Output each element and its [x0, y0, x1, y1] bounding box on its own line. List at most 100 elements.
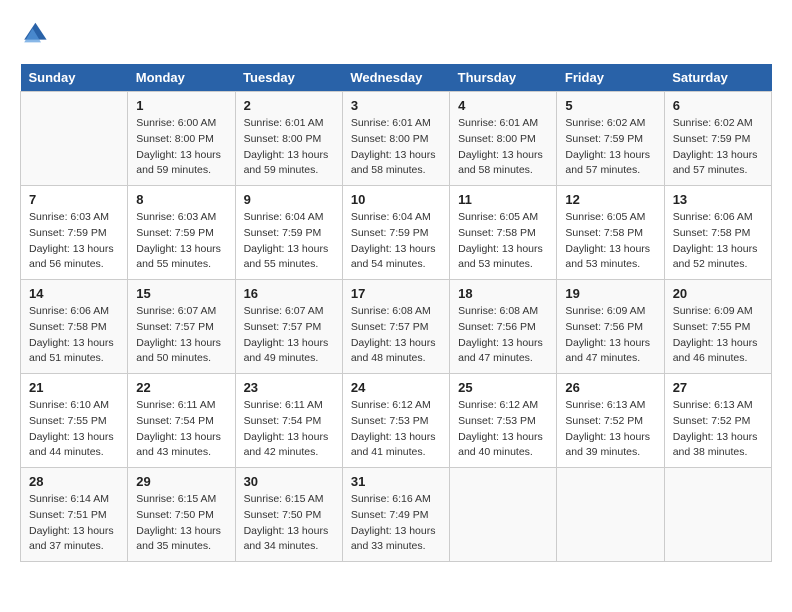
weekday-header-friday: Friday — [557, 64, 664, 92]
weekday-header-wednesday: Wednesday — [342, 64, 449, 92]
logo — [20, 20, 52, 48]
day-info: Sunrise: 6:06 AMSunset: 7:58 PMDaylight:… — [29, 304, 119, 367]
calendar-cell: 21Sunrise: 6:10 AMSunset: 7:55 PMDayligh… — [21, 374, 128, 468]
calendar-cell: 25Sunrise: 6:12 AMSunset: 7:53 PMDayligh… — [450, 374, 557, 468]
day-info: Sunrise: 6:07 AMSunset: 7:57 PMDaylight:… — [244, 304, 334, 367]
calendar-cell: 17Sunrise: 6:08 AMSunset: 7:57 PMDayligh… — [342, 280, 449, 374]
day-number: 5 — [565, 98, 655, 113]
calendar-cell: 10 Sunrise: 6:04 AMSunset: 7:59 PMDayligh… — [342, 186, 449, 280]
day-number: 14 — [29, 286, 119, 301]
calendar-cell — [21, 92, 128, 186]
calendar-cell: 26Sunrise: 6:13 AMSunset: 7:52 PMDayligh… — [557, 374, 664, 468]
day-info: Sunrise: 6:03 AMSunset: 7:59 PMDaylight:… — [136, 210, 226, 273]
day-number: 20 — [673, 286, 763, 301]
calendar-table: SundayMondayTuesdayWednesdayThursdayFrid… — [20, 64, 772, 562]
day-number: 24 — [351, 380, 441, 395]
day-number: 12 — [565, 192, 655, 207]
calendar-cell: 29 Sunrise: 6:15 AMSunset: 7:50 PMDayligh… — [128, 468, 235, 562]
calendar-cell: 20 Sunrise: 6:09 AMSunset: 7:55 PMDayligh… — [664, 280, 771, 374]
day-info: Sunrise: 6:01 AMSunset: 8:00 PMDaylight:… — [458, 116, 548, 179]
day-number: 7 — [29, 192, 119, 207]
calendar-cell — [450, 468, 557, 562]
calendar-cell: 19 Sunrise: 6:09 AMSunset: 7:56 PMDayligh… — [557, 280, 664, 374]
day-number: 9 — [244, 192, 334, 207]
day-info: Sunrise: 6:05 AMSunset: 7:58 PMDaylight:… — [458, 210, 548, 273]
day-info: Sunrise: 6:01 AMSunset: 8:00 PMDaylight:… — [244, 116, 334, 179]
day-number: 16 — [244, 286, 334, 301]
day-number: 15 — [136, 286, 226, 301]
day-info: Sunrise: 6:02 AMSunset: 7:59 PMDaylight:… — [565, 116, 655, 179]
calendar-cell: 13 Sunrise: 6:06 AMSunset: 7:58 PMDayligh… — [664, 186, 771, 280]
day-number: 8 — [136, 192, 226, 207]
day-info: Sunrise: 6:15 AMSunset: 7:50 PMDaylight:… — [244, 492, 334, 555]
day-info: Sunrise: 6:07 AMSunset: 7:57 PMDaylight:… — [136, 304, 226, 367]
weekday-header-sunday: Sunday — [21, 64, 128, 92]
calendar-cell: 30Sunrise: 6:15 AMSunset: 7:50 PMDayligh… — [235, 468, 342, 562]
day-number: 26 — [565, 380, 655, 395]
calendar-cell: 15 Sunrise: 6:07 AMSunset: 7:57 PMDayligh… — [128, 280, 235, 374]
day-number: 11 — [458, 192, 548, 207]
day-number: 27 — [673, 380, 763, 395]
day-info: Sunrise: 6:08 AMSunset: 7:56 PMDaylight:… — [458, 304, 548, 367]
calendar-cell: 8 Sunrise: 6:03 AMSunset: 7:59 PMDaylight… — [128, 186, 235, 280]
page-header — [20, 20, 772, 48]
calendar-cell: 6 Sunrise: 6:02 AMSunset: 7:59 PMDaylight… — [664, 92, 771, 186]
day-info: Sunrise: 6:04 AMSunset: 7:59 PMDaylight:… — [244, 210, 334, 273]
day-info: Sunrise: 6:01 AMSunset: 8:00 PMDaylight:… — [351, 116, 441, 179]
day-number: 3 — [351, 98, 441, 113]
calendar-cell: 9 Sunrise: 6:04 AMSunset: 7:59 PMDaylight… — [235, 186, 342, 280]
calendar-cell — [557, 468, 664, 562]
weekday-header-tuesday: Tuesday — [235, 64, 342, 92]
day-info: Sunrise: 6:11 AMSunset: 7:54 PMDaylight:… — [244, 398, 334, 461]
day-number: 10 — [351, 192, 441, 207]
weekday-header-row: SundayMondayTuesdayWednesdayThursdayFrid… — [21, 64, 772, 92]
calendar-cell: 27 Sunrise: 6:13 AMSunset: 7:52 PMDayligh… — [664, 374, 771, 468]
day-info: Sunrise: 6:16 AMSunset: 7:49 PMDaylight:… — [351, 492, 441, 555]
day-info: Sunrise: 6:13 AMSunset: 7:52 PMDaylight:… — [673, 398, 763, 461]
calendar-cell: 12 Sunrise: 6:05 AMSunset: 7:58 PMDayligh… — [557, 186, 664, 280]
day-number: 6 — [673, 98, 763, 113]
day-number: 31 — [351, 474, 441, 489]
day-number: 2 — [244, 98, 334, 113]
calendar-week-5: 28 Sunrise: 6:14 AMSunset: 7:51 PMDayligh… — [21, 468, 772, 562]
day-number: 29 — [136, 474, 226, 489]
calendar-cell: 18 Sunrise: 6:08 AMSunset: 7:56 PMDayligh… — [450, 280, 557, 374]
weekday-header-thursday: Thursday — [450, 64, 557, 92]
calendar-cell: 7Sunrise: 6:03 AMSunset: 7:59 PMDaylight… — [21, 186, 128, 280]
calendar-week-2: 7 Sunrise: 6:03 AMSunset: 7:59 PMDaylight… — [21, 186, 772, 280]
calendar-week-4: 21Sunrise: 6:10 AMSunset: 7:55 PMDayligh… — [21, 374, 772, 468]
calendar-cell: 16 Sunrise: 6:07 AMSunset: 7:57 PMDayligh… — [235, 280, 342, 374]
calendar-cell: 23 Sunrise: 6:11 AMSunset: 7:54 PMDayligh… — [235, 374, 342, 468]
day-number: 18 — [458, 286, 548, 301]
day-info: Sunrise: 6:12 AMSunset: 7:53 PMDaylight:… — [458, 398, 548, 461]
day-info: Sunrise: 6:15 AMSunset: 7:50 PMDaylight:… — [136, 492, 226, 555]
calendar-cell: 4Sunrise: 6:01 AMSunset: 8:00 PMDaylight… — [450, 92, 557, 186]
calendar-cell: 31 Sunrise: 6:16 AMSunset: 7:49 PMDayligh… — [342, 468, 449, 562]
day-number: 19 — [565, 286, 655, 301]
calendar-cell: 28 Sunrise: 6:14 AMSunset: 7:51 PMDayligh… — [21, 468, 128, 562]
day-number: 21 — [29, 380, 119, 395]
day-info: Sunrise: 6:12 AMSunset: 7:53 PMDaylight:… — [351, 398, 441, 461]
day-info: Sunrise: 6:09 AMSunset: 7:55 PMDaylight:… — [673, 304, 763, 367]
day-info: Sunrise: 6:04 AMSunset: 7:59 PMDaylight:… — [351, 210, 441, 273]
day-number: 1 — [136, 98, 226, 113]
calendar-cell: 14 Sunrise: 6:06 AMSunset: 7:58 PMDayligh… — [21, 280, 128, 374]
day-info: Sunrise: 6:14 AMSunset: 7:51 PMDaylight:… — [29, 492, 119, 555]
day-info: Sunrise: 6:05 AMSunset: 7:58 PMDaylight:… — [565, 210, 655, 273]
day-info: Sunrise: 6:02 AMSunset: 7:59 PMDaylight:… — [673, 116, 763, 179]
calendar-cell: 11 Sunrise: 6:05 AMSunset: 7:58 PMDayligh… — [450, 186, 557, 280]
day-info: Sunrise: 6:00 AMSunset: 8:00 PMDaylight:… — [136, 116, 226, 179]
logo-icon — [20, 20, 48, 48]
calendar-cell: 1 Sunrise: 6:00 AMSunset: 8:00 PMDaylight… — [128, 92, 235, 186]
day-number: 28 — [29, 474, 119, 489]
calendar-cell: 22Sunrise: 6:11 AMSunset: 7:54 PMDayligh… — [128, 374, 235, 468]
calendar-cell — [664, 468, 771, 562]
day-number: 13 — [673, 192, 763, 207]
day-number: 17 — [351, 286, 441, 301]
day-info: Sunrise: 6:06 AMSunset: 7:58 PMDaylight:… — [673, 210, 763, 273]
calendar-cell: 2 Sunrise: 6:01 AMSunset: 8:00 PMDaylight… — [235, 92, 342, 186]
day-info: Sunrise: 6:09 AMSunset: 7:56 PMDaylight:… — [565, 304, 655, 367]
calendar-week-3: 14 Sunrise: 6:06 AMSunset: 7:58 PMDayligh… — [21, 280, 772, 374]
day-number: 23 — [244, 380, 334, 395]
calendar-cell: 3 Sunrise: 6:01 AMSunset: 8:00 PMDaylight… — [342, 92, 449, 186]
